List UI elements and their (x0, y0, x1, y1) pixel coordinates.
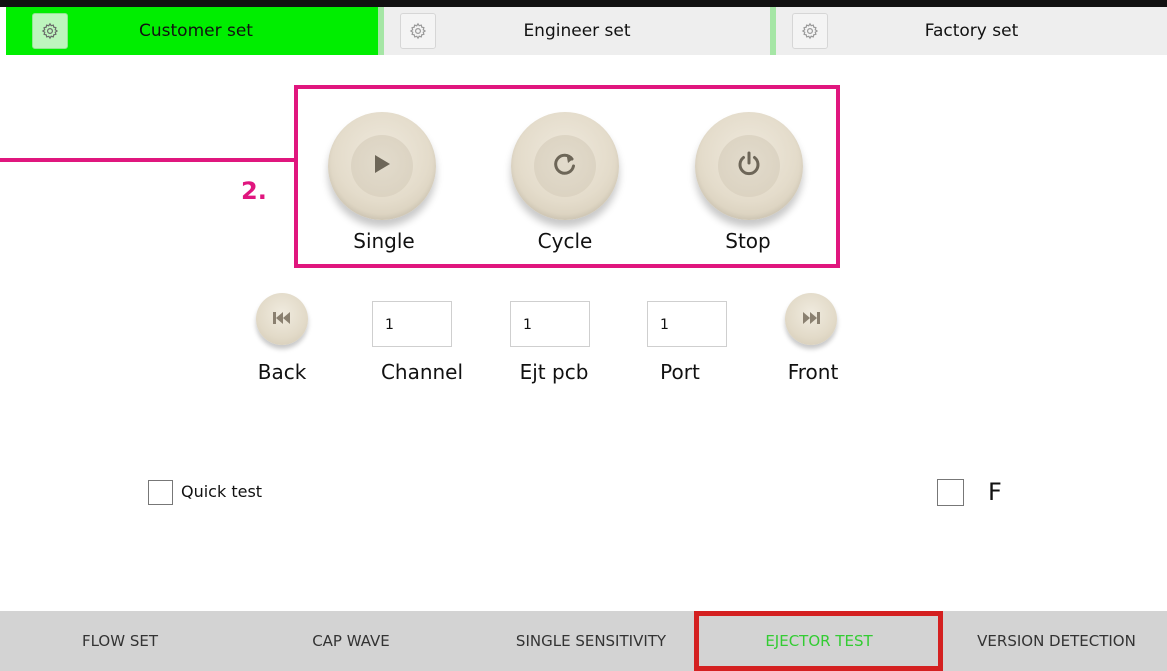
f-checkbox[interactable] (937, 479, 964, 506)
back-button[interactable] (256, 293, 308, 345)
channel-field[interactable]: 1 (372, 301, 452, 347)
cycle-label: Cycle (537, 229, 593, 253)
tab-label: Factory set (924, 21, 1019, 41)
ejt-pcb-label: Ejt pcb (519, 360, 589, 384)
single-label: Single (353, 229, 415, 253)
port-field[interactable]: 1 (647, 301, 727, 347)
gear-icon (792, 13, 828, 49)
tab-single-sensitivity[interactable]: SINGLE SENSITIVITY (462, 611, 720, 671)
tab-customer-set[interactable]: Customer set (6, 7, 378, 55)
power-icon (734, 149, 764, 183)
tab-engineer-set[interactable]: Engineer set (378, 7, 770, 55)
tab-cap-wave[interactable]: CAP WAVE (240, 611, 462, 671)
stop-label: Stop (725, 229, 771, 253)
front-button[interactable] (785, 293, 837, 345)
quick-test-checkbox[interactable] (148, 480, 173, 505)
skip-forward-icon (801, 310, 821, 329)
callout-line (0, 158, 296, 162)
refresh-icon (551, 150, 579, 182)
tab-label: Customer set (139, 21, 253, 41)
stop-button[interactable] (695, 112, 803, 220)
callout-number: 2. (241, 177, 267, 205)
tab-factory-set[interactable]: Factory set (770, 7, 1167, 55)
gear-icon (400, 13, 436, 49)
settings-tab-bar: Customer set Engineer set Factory set (6, 7, 1167, 55)
tab-label: Engineer set (523, 21, 631, 41)
gear-icon (32, 13, 68, 49)
port-label: Port (660, 360, 700, 384)
tab-flow-set[interactable]: FLOW SET (0, 611, 240, 671)
front-label: Front (787, 360, 839, 384)
top-border (0, 0, 1167, 7)
quick-test-label: Quick test (181, 482, 263, 501)
ejt-pcb-field[interactable]: 1 (510, 301, 590, 347)
single-button[interactable] (328, 112, 436, 220)
skip-back-icon (272, 310, 292, 329)
highlight-box (694, 611, 943, 671)
cycle-button[interactable] (511, 112, 619, 220)
back-label: Back (257, 360, 307, 384)
channel-label: Channel (380, 360, 464, 384)
f-label: F (988, 478, 1002, 506)
tab-version-detection[interactable]: VERSION DETECTION (946, 611, 1167, 671)
play-icon (371, 152, 393, 180)
